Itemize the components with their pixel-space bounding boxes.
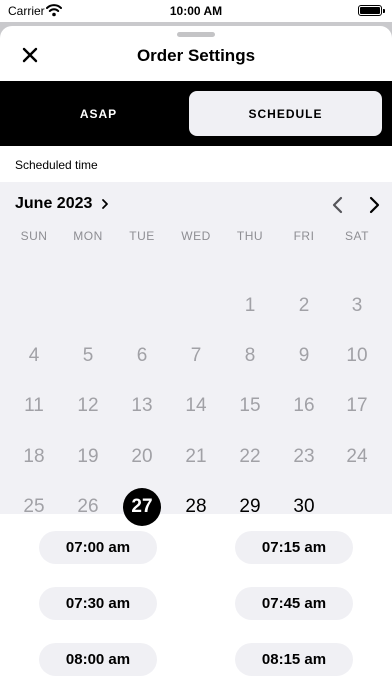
weekday-sun: SUN [20,229,48,243]
order-mode-selector: ASAP SCHEDULE [0,81,392,146]
sheet-header: Order Settings [0,38,392,72]
time-slot-button[interactable]: 08:15 am [235,643,353,676]
calendar-day-23: 23 [293,446,315,467]
calendar-day-25: 25 [23,496,45,517]
calendar-day-26: 26 [77,496,99,517]
calendar-day-16: 16 [293,395,315,416]
calendar-day-19: 19 [77,446,99,467]
scheduled-time-label: Scheduled time [15,158,98,172]
calendar-day-27[interactable]: 27 [123,488,161,526]
calendar-day-6: 6 [136,345,148,366]
weekday-tue: TUE [129,229,155,243]
calendar-day-5: 5 [82,345,94,366]
calendar-day-20: 20 [131,446,153,467]
time-slot-button[interactable]: 08:00 am [39,643,157,676]
time-slot-button[interactable]: 07:45 am [235,587,353,620]
calendar-day-29[interactable]: 29 [230,487,270,527]
order-settings-sheet: Order Settings ASAP SCHEDULE Scheduled t… [0,26,392,696]
calendar-day-17: 17 [346,395,368,416]
calendar-day-11: 11 [24,395,44,416]
calendar-day-4: 4 [28,345,40,366]
calendar-day-2: 2 [298,295,310,316]
calendar-day-9: 9 [298,345,310,366]
page-title: Order Settings [136,46,256,65]
chevron-right-icon [102,199,109,209]
calendar-day-18: 18 [23,446,45,467]
calendar-day-10: 10 [346,345,368,366]
calendar-day-8: 8 [244,345,256,366]
calendar: June 2023 SUN MON TUE WED THU FRI SAT 1 2 3 4 5 6 7 8 9… [0,182,392,526]
calendar-day-28[interactable]: 28 [176,487,216,527]
calendar-day-30[interactable]: 30 [284,487,324,527]
calendar-day-14: 14 [185,395,207,416]
weekday-thu: THU [236,229,264,243]
weekday-mon: MON [73,229,103,243]
next-month-icon[interactable] [364,194,384,216]
status-bar: Carrier 10:00 AM [0,0,392,22]
weekday-fri: FRI [293,229,315,243]
time-slot-button[interactable]: 07:00 am [39,531,157,564]
sheet-grabber[interactable] [177,32,215,37]
weekday-wed: WED [181,229,211,243]
calendar-day-24: 24 [346,446,368,467]
month-picker-button[interactable]: June 2023 [15,193,110,215]
calendar-day-12: 12 [77,395,99,416]
calendar-day-21: 21 [185,446,207,467]
calendar-day-1: 1 [244,295,256,316]
tab-asap[interactable]: ASAP [8,91,189,136]
month-label: June 2023 [15,195,93,212]
weekday-sat: SAT [345,229,369,243]
calendar-day-7: 7 [190,345,202,366]
tab-schedule[interactable]: SCHEDULE [189,91,382,136]
battery-icon [358,5,385,16]
calendar-day-13: 13 [131,395,153,416]
calendar-day-22: 22 [239,446,261,467]
calendar-day-3: 3 [351,295,363,316]
time-slot-button[interactable]: 07:15 am [235,531,353,564]
status-time: 10:00 AM [169,4,223,18]
previous-month-icon[interactable] [328,194,348,216]
time-slot-button[interactable]: 07:30 am [39,587,157,620]
calendar-day-15: 15 [239,395,261,416]
